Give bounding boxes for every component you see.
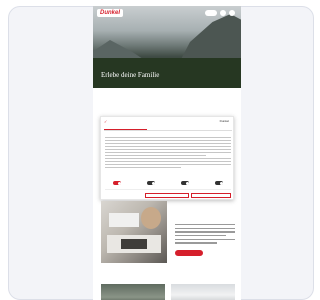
consent-tab-1[interactable] (104, 126, 147, 130)
save-selection-button[interactable] (145, 193, 189, 198)
consent-body-text (105, 137, 231, 170)
search-icon[interactable] (205, 10, 217, 16)
toggle-preferences[interactable] (139, 177, 163, 187)
menu-icon[interactable] (229, 10, 235, 16)
hero-banner: Dunkel Erlebe deine Familie (93, 6, 241, 88)
thumbnail-image-1[interactable] (101, 284, 165, 300)
header-icons (205, 10, 235, 16)
consent-tabs (104, 126, 232, 131)
toggle-necessary[interactable] (105, 177, 129, 187)
consent-logo-icon: ✓ (104, 119, 108, 124)
promo-cta-button[interactable] (175, 250, 203, 256)
consent-brand-label: Dunkel (219, 119, 229, 123)
thumbnail-image-2[interactable] (171, 284, 235, 300)
consent-divider (105, 189, 231, 190)
accept-all-button[interactable] (191, 193, 231, 198)
user-icon[interactable] (220, 10, 226, 16)
toggle-switch[interactable] (215, 181, 223, 185)
promo-text (175, 224, 235, 246)
brand-logo[interactable]: Dunkel (97, 9, 124, 17)
consent-tab-3[interactable] (189, 126, 232, 130)
toggle-switch[interactable] (181, 181, 189, 185)
consent-tab-2[interactable] (147, 126, 190, 130)
toggle-switch[interactable] (113, 181, 121, 185)
website-page: Dunkel Erlebe deine Familie ✓ Dunkel (93, 6, 241, 300)
toggle-statistics[interactable] (173, 177, 197, 187)
consent-toggles (105, 177, 231, 187)
toggle-switch[interactable] (147, 181, 155, 185)
cookie-consent-dialog: ✓ Dunkel (100, 116, 234, 200)
promo-image (101, 201, 167, 263)
hero-title: Erlebe deine Familie (101, 71, 160, 79)
toggle-marketing[interactable] (207, 177, 231, 187)
